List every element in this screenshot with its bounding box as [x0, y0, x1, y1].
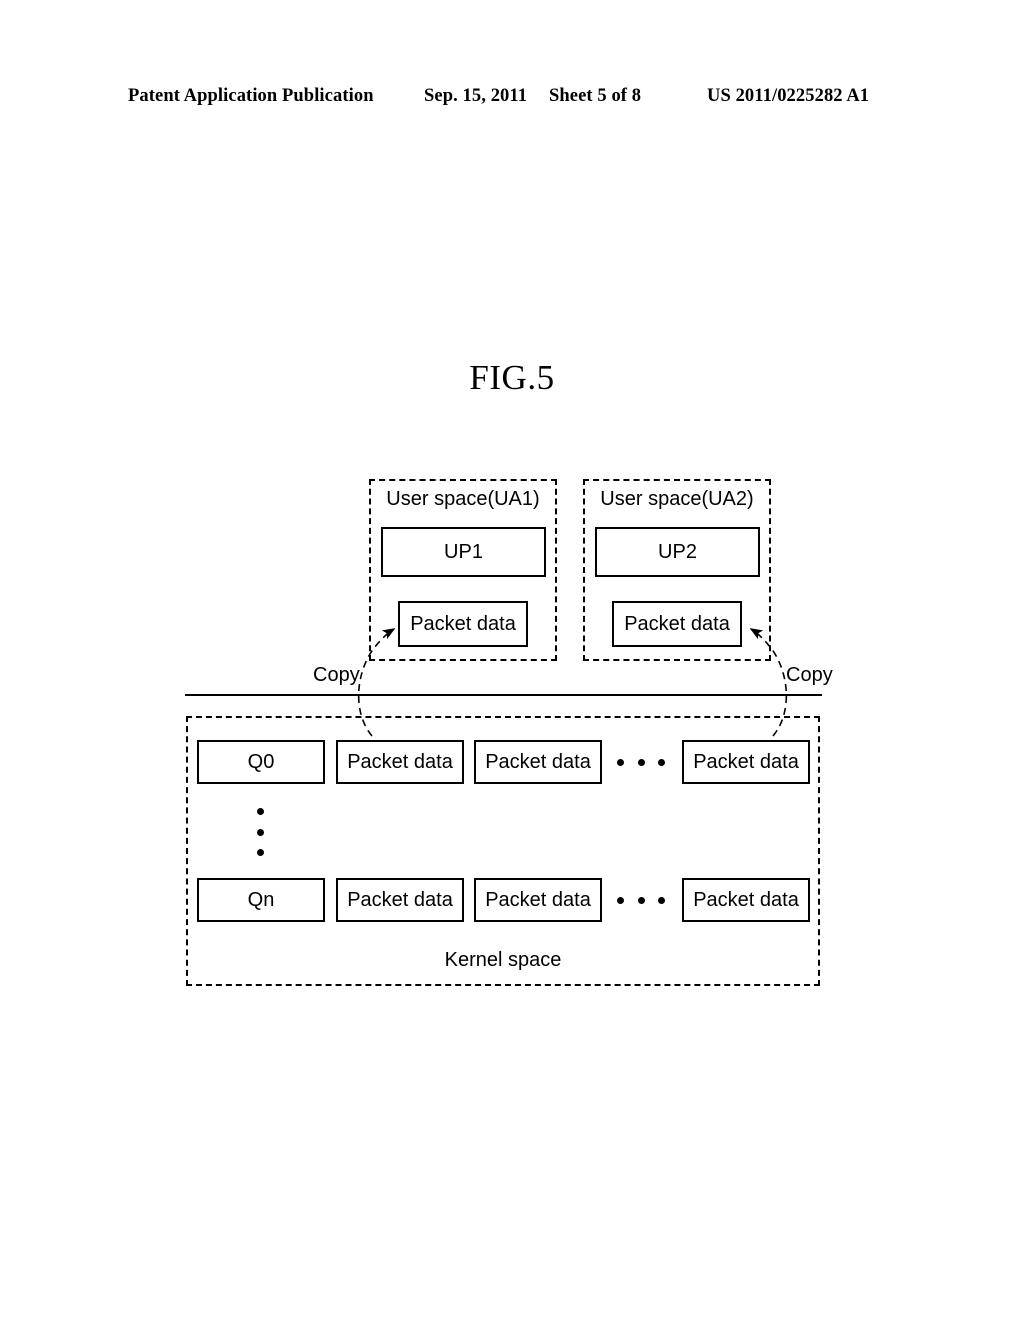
queue-qn-box: Qn	[197, 878, 325, 922]
kernel-packet-data-q0-0: Packet data	[336, 740, 464, 784]
kernel-packet-data-q0-1: Packet data	[474, 740, 602, 784]
horizontal-ellipsis-qn	[617, 896, 665, 904]
kernel-packet-data-q0-2: Packet data	[682, 740, 810, 784]
user-space-ua2-title: User space(UA2)	[600, 488, 754, 510]
kernel-packet-data-qn-2: Packet data	[682, 878, 810, 922]
queue-q0-box: Q0	[197, 740, 325, 784]
user-kernel-boundary-line	[185, 694, 822, 696]
kernel-packet-data-qn-1: Packet data	[474, 878, 602, 922]
kernel-space-title: Kernel space	[444, 949, 562, 971]
horizontal-ellipsis-q0	[617, 758, 665, 766]
copy-label-right: Copy	[786, 664, 833, 686]
user-packet-data-ua2-box: Packet data	[612, 601, 742, 647]
user-process-up1-box: UP1	[381, 527, 546, 577]
user-packet-data-ua1-box: Packet data	[398, 601, 528, 647]
user-space-ua1-title: User space(UA1)	[386, 488, 540, 510]
user-process-up2-box: UP2	[595, 527, 760, 577]
copy-label-left: Copy	[313, 664, 360, 686]
vertical-ellipsis-queues	[256, 808, 264, 856]
kernel-packet-data-qn-0: Packet data	[336, 878, 464, 922]
figure-diagram: User space(UA1) UP1 Packet data User spa…	[0, 0, 1024, 1320]
